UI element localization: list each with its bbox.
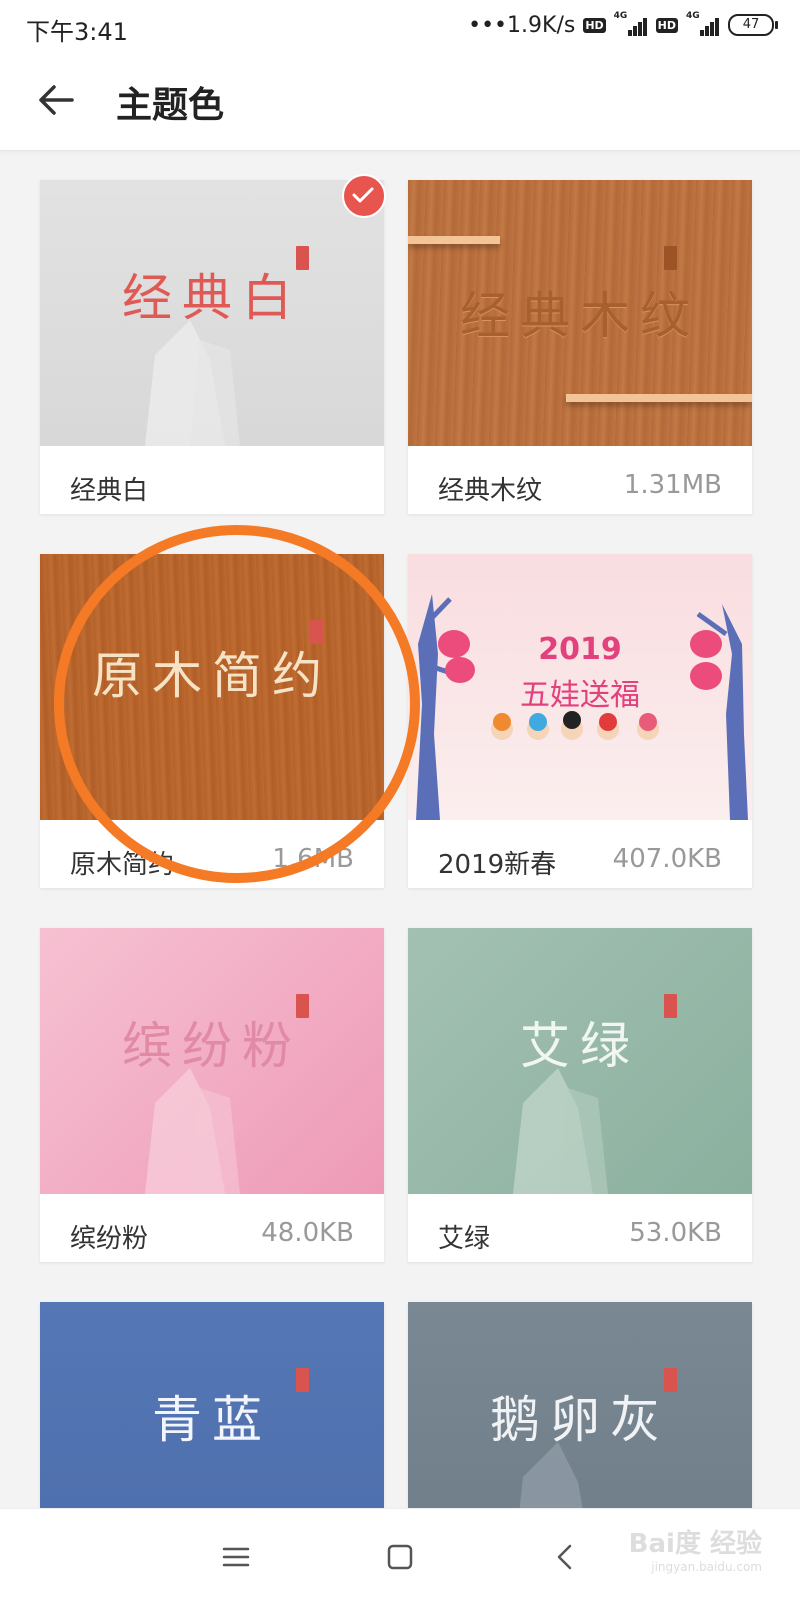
theme-thumbnail: 2019 五娃送福 xyxy=(408,554,752,820)
hd-badge-2: HD xyxy=(655,17,678,33)
seal-stamp xyxy=(664,1368,677,1392)
seal-stamp xyxy=(664,246,677,270)
app-bar: 主题色 xyxy=(0,50,800,151)
theme-thumbnail: 经典白 xyxy=(40,180,384,446)
home-button[interactable] xyxy=(382,1539,418,1575)
baidu-jingyan-watermark: Bai度 经验 jingyan.baidu.com xyxy=(628,1529,762,1574)
home-square-icon xyxy=(387,1544,413,1570)
menu-button[interactable] xyxy=(218,1539,254,1575)
theme-size: 53.0KB xyxy=(629,1218,722,1248)
theme-name: 2019新春 xyxy=(438,850,557,880)
theme-name: 原木简约 xyxy=(70,850,175,880)
network-speed: •••1.9K/s xyxy=(468,12,576,38)
menu-icon xyxy=(222,1547,250,1567)
seal-stamp xyxy=(296,1368,309,1392)
back-button[interactable] xyxy=(36,80,76,120)
status-icons: •••1.9K/s HD 4G HD 4G 47 xyxy=(468,10,778,40)
theme-card-2019-new-year[interactable]: 2019 五娃送福 2019新春 407.0KB xyxy=(408,554,752,888)
nav-back-button[interactable] xyxy=(548,1539,584,1575)
theme-card-gray[interactable]: 鹅卵灰 xyxy=(408,1302,752,1508)
thumbnail-year: 2019 xyxy=(538,632,622,667)
theme-card-green[interactable]: 艾绿 艾绿 53.0KB xyxy=(408,928,752,1262)
thumbnail-title: 经典木纹 xyxy=(460,287,700,345)
theme-size: 407.0KB xyxy=(612,844,722,874)
theme-thumbnail: 青蓝 xyxy=(40,1302,384,1508)
theme-name: 缤纷粉 xyxy=(70,1224,149,1254)
theme-card-log-simple[interactable]: 原木简约 原木简约 1.6MB xyxy=(40,554,384,888)
thumbnail-title: 经典白 xyxy=(122,269,302,327)
thumbnail-title: 原木简约 xyxy=(92,647,332,705)
battery-icon: 47 xyxy=(728,14,778,36)
theme-size: 1.6MB xyxy=(272,844,354,874)
theme-thumbnail: 鹅卵灰 xyxy=(408,1302,752,1508)
signal-icon-2: 4G xyxy=(686,11,720,36)
theme-thumbnail: 原木简约 xyxy=(40,554,384,820)
theme-card-classic-white[interactable]: 经典白 经典白 xyxy=(40,174,386,514)
thumbnail-title: 青蓝 xyxy=(152,1391,272,1449)
theme-name: 经典木纹 xyxy=(438,476,543,506)
theme-card-classic-wood[interactable]: 经典木纹 经典木纹 1.31MB xyxy=(408,180,752,514)
theme-name: 艾绿 xyxy=(438,1224,491,1254)
hd-badge: HD xyxy=(583,17,606,33)
theme-name: 经典白 xyxy=(70,476,149,506)
seal-stamp xyxy=(310,620,323,644)
back-chevron-icon xyxy=(557,1544,572,1570)
thumbnail-title: 缤纷粉 xyxy=(122,1017,302,1075)
theme-thumbnail: 经典木纹 xyxy=(408,180,752,446)
theme-size: 1.31MB xyxy=(623,470,722,500)
theme-card-blue[interactable]: 青蓝 xyxy=(40,1302,384,1508)
seal-stamp xyxy=(296,246,309,270)
system-nav-bar: Bai度 经验 jingyan.baidu.com xyxy=(0,1508,800,1601)
status-bar: 下午3:41 •••1.9K/s HD 4G HD 4G 47 xyxy=(0,0,800,50)
seal-stamp xyxy=(664,994,677,1018)
arrow-left-icon xyxy=(39,85,74,115)
thumbnail-title: 鹅卵灰 xyxy=(490,1391,670,1449)
selected-check-icon xyxy=(342,174,386,218)
status-time: 下午3:41 xyxy=(26,18,128,46)
seal-stamp xyxy=(296,994,309,1018)
signal-icon: 4G xyxy=(614,11,648,36)
theme-thumbnail: 艾绿 xyxy=(408,928,752,1194)
theme-thumbnail: 缤纷粉 xyxy=(40,928,384,1194)
thumbnail-title: 艾绿 xyxy=(520,1017,640,1075)
thumbnail-subtitle: 五娃送福 xyxy=(520,678,640,713)
theme-size: 48.0KB xyxy=(261,1218,354,1248)
page-title: 主题色 xyxy=(116,85,225,126)
theme-card-pink[interactable]: 缤纷粉 缤纷粉 48.0KB xyxy=(40,928,384,1262)
